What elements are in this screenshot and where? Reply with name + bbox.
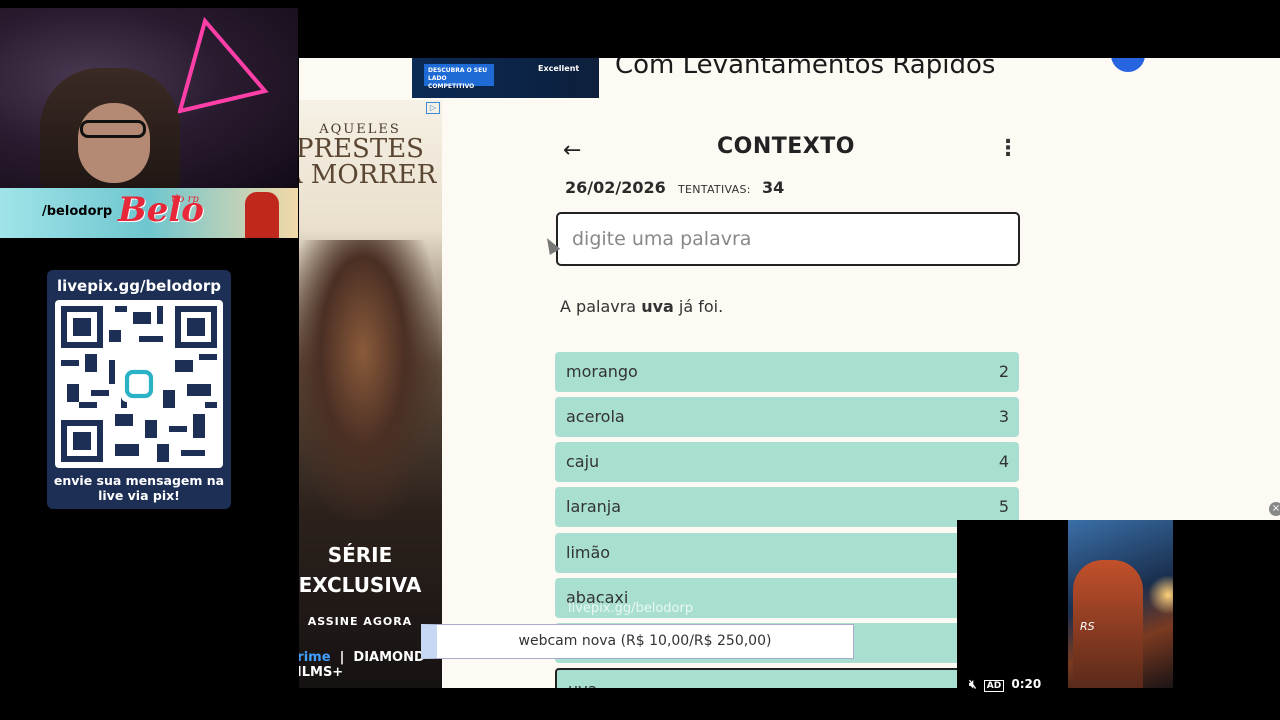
streamer-face — [78, 103, 150, 183]
stream-banner: /belodorp Belo do rp — [0, 188, 298, 238]
guess-rank: 5 — [998, 497, 1009, 516]
neon-triangle-icon — [177, 16, 269, 114]
top-ad-button[interactable] — [1111, 58, 1145, 72]
prime-logo: prime — [299, 650, 331, 665]
side-ad-logos: prime | DIAMOND FILMS+ — [299, 650, 438, 680]
word-input[interactable] — [556, 212, 1020, 266]
adchoices-icon[interactable]: ▷ — [426, 102, 440, 114]
back-arrow-icon[interactable]: ← — [563, 138, 581, 163]
streamer-webcam — [0, 8, 298, 188]
notice-word: uva — [641, 297, 674, 316]
top-ad-badge: DESCUBRA O SEU LADO COMPETITIVO — [424, 64, 494, 90]
mascot-figure — [245, 192, 279, 238]
livepix-message: envie sua mensagem na live via pix! — [47, 473, 231, 503]
side-ad-title-line2: A MORRER — [299, 160, 437, 190]
top-ad-headline[interactable]: Com Levantamentos Rápidos — [615, 58, 995, 80]
video-ad-badge: AD — [983, 680, 1005, 692]
more-menu-icon[interactable]: ⋮ — [997, 136, 1019, 161]
guess-row: limão — [555, 533, 1019, 573]
already-guessed-notice: A palavra uva já foi. — [560, 297, 723, 316]
video-controls: 🔇︎ AD 0:20 — [969, 677, 1041, 692]
guess-word: morango — [566, 362, 638, 381]
video-frame: RS — [1068, 520, 1173, 688]
tries-count: 34 — [762, 178, 785, 197]
tries-label: TENTATIVAS: — [678, 183, 751, 196]
guess-rank: 3 — [998, 407, 1009, 426]
notice-prefix: A palavra — [560, 297, 637, 316]
livepix-url: livepix.gg/belodorp — [57, 277, 221, 295]
guess-row: morango 2 — [555, 352, 1019, 392]
livepix-message-line2: live via pix! — [98, 488, 180, 503]
side-ad-artwork — [299, 240, 438, 520]
qr-code-icon — [55, 300, 223, 468]
video-time: 0:20 — [1011, 677, 1042, 691]
video-glow — [1148, 575, 1173, 615]
stream-handle: /belodorp — [42, 204, 113, 219]
livepix-message-line1: envie sua mensagem na — [53, 473, 225, 488]
guess-rank: 4 — [998, 452, 1009, 471]
close-icon[interactable]: × — [1269, 502, 1280, 516]
livepix-card: livepix.gg/belodorp envie sua mensagem n… — [47, 270, 231, 509]
side-ad-title-big: PRESTES A MORRER — [299, 136, 442, 188]
video-ad-player[interactable]: RS 🔇︎ AD 0:20 — [957, 520, 1280, 692]
video-watermark: RS — [1080, 620, 1095, 633]
side-ad-serie: SÉRIE EXCLUSIVA — [299, 540, 442, 600]
donation-goal-bar: webcam nova (R$ 10,00/R$ 250,00) — [421, 624, 854, 659]
side-ad-banner[interactable]: ▷ AQUELES PRESTES A MORRER SÉRIE EXCLUSI… — [299, 100, 442, 688]
stream-logo-sub: do rp — [172, 194, 199, 205]
guess-word: acerola — [566, 407, 625, 426]
page-title: CONTEXTO — [717, 134, 855, 159]
guess-word: laranja — [566, 497, 622, 516]
side-ad-title-line1: PRESTES — [299, 134, 424, 164]
glasses-icon — [80, 120, 146, 138]
guess-word: caju — [566, 452, 600, 471]
guess-rank: 2 — [998, 362, 1009, 381]
guess-row-current: uva — [555, 668, 1019, 688]
guess-word: limão — [566, 543, 611, 562]
game-date: 26/02/2026 — [565, 178, 666, 197]
top-ad-banner[interactable]: DESCUBRA O SEU LADO COMPETITIVO Excellen… — [412, 58, 599, 98]
notice-suffix: já foi. — [678, 297, 724, 316]
guess-row: caju 4 — [555, 442, 1019, 482]
guess-row: laranja 5 — [555, 487, 1019, 527]
top-ad-rating: Excellent — [538, 64, 580, 73]
guess-word: uva — [568, 680, 597, 688]
mute-icon[interactable]: 🔇︎ — [969, 677, 977, 691]
guess-row: acerola 3 — [555, 397, 1019, 437]
side-ad-serie-line2: EXCLUSIVA — [299, 573, 422, 597]
livepix-watermark: livepix.gg/belodorp — [568, 601, 694, 616]
side-ad-serie-line1: SÉRIE — [327, 543, 393, 567]
